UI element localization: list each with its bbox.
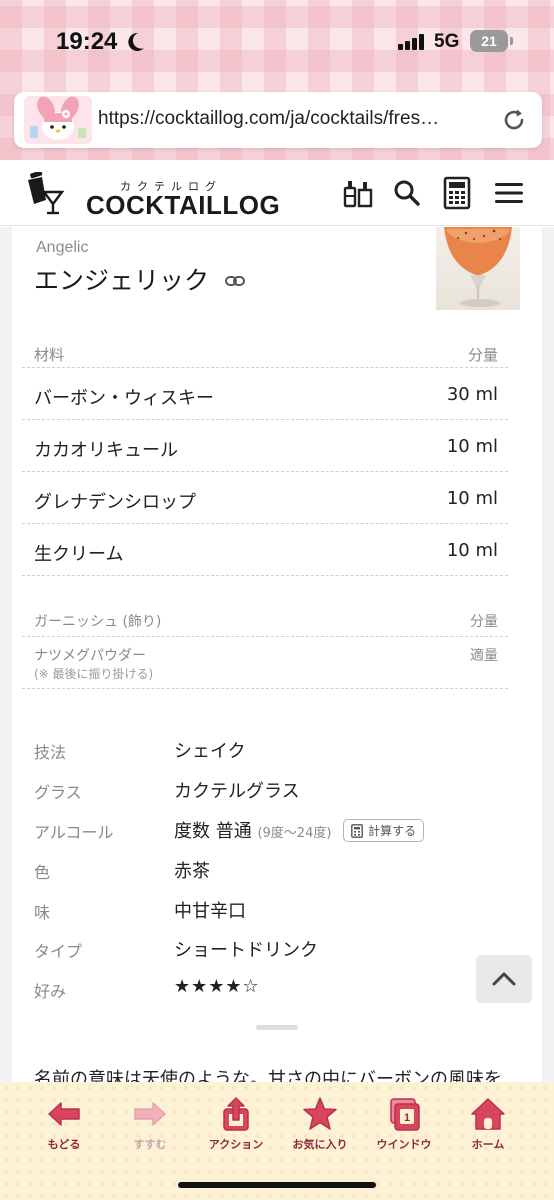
search-icon[interactable]: [390, 176, 424, 210]
back-label: もどる: [47, 1138, 81, 1151]
action-button[interactable]: アクション: [196, 1096, 276, 1156]
spec-key: グラス: [34, 783, 82, 802]
forward-label: すすむ: [133, 1138, 167, 1151]
shaker-glass-icon: [28, 172, 65, 215]
calculate-button[interactable]: 計算する: [343, 819, 425, 842]
ingredient-row[interactable]: 生クリーム 10 ml: [22, 524, 508, 576]
ingredient-amount: 10 ml: [446, 436, 498, 457]
ingredients-header-label: 材料: [34, 346, 65, 364]
moon-icon: [128, 32, 144, 51]
home-icon: [471, 1098, 505, 1130]
network-type: 5G: [434, 31, 460, 52]
bottle-icon[interactable]: [340, 176, 374, 210]
spec-value: 度数 普通: [174, 821, 252, 842]
window-button[interactable]: 1 ウインドウ: [364, 1096, 444, 1156]
calculator-icon[interactable]: [440, 176, 474, 210]
ingredient-name: カカオリキュール: [34, 440, 178, 461]
ingredient-amount: 30 ml: [446, 384, 498, 405]
cocktail-photo[interactable]: [436, 227, 520, 310]
spec-key: アルコール: [34, 823, 114, 842]
action-label: アクション: [208, 1138, 264, 1151]
site-favicon: [24, 96, 92, 144]
spec-value: カクテルグラス: [174, 781, 300, 802]
signal-icon: [398, 34, 426, 50]
garnish-table: ガーニッシュ (飾り) 分量 ナツメグパウダー (※ 最後に振り掛ける) 適量: [22, 603, 508, 689]
ingredient-name: バーボン・ウィスキー: [34, 388, 214, 409]
site-logo[interactable]: カクテルログ COCKTAILLOG: [24, 168, 280, 220]
link-icon[interactable]: [224, 270, 246, 292]
favorites-button[interactable]: お気に入り: [280, 1096, 360, 1156]
cocktail-name-ja: エンジェリック: [34, 266, 210, 295]
status-time: 19:24: [56, 28, 118, 55]
spec-key: 好み: [34, 982, 67, 1001]
window-icon: 1: [390, 1098, 420, 1131]
ingredients-header: 材料 分量: [22, 332, 508, 368]
share-icon: [223, 1097, 249, 1131]
ingredient-name: 生クリーム: [34, 544, 124, 565]
garnish-amount: 適量: [470, 648, 498, 664]
address-bar[interactable]: https://cocktaillog.com/ja/cocktails/fre…: [14, 92, 542, 148]
menu-icon[interactable]: [492, 176, 526, 210]
spec-key: タイプ: [34, 942, 83, 961]
battery-tip: [510, 37, 513, 45]
spec-key: 色: [34, 863, 51, 882]
spec-value: ショートドリンク: [174, 940, 318, 961]
garnish-header-amount: 分量: [470, 614, 498, 630]
ingredient-amount: 10 ml: [446, 540, 498, 561]
home-button[interactable]: ホーム: [448, 1096, 528, 1156]
browser-chrome: 19:24 5G 21 https://cocktaillog.com/ja/c…: [0, 0, 554, 160]
spec-value: 赤茶: [174, 861, 210, 882]
garnish-row: ナツメグパウダー (※ 最後に振り掛ける) 適量: [22, 637, 508, 689]
calculator-icon: [351, 824, 364, 838]
garnish-note: (※ 最後に振り掛ける): [34, 667, 154, 681]
spec-type: タイプ ショートドリンク: [22, 932, 508, 972]
spec-alcohol: アルコール 度数 普通 (9度〜24度) 計算する: [22, 813, 508, 853]
home-label: ホーム: [471, 1138, 505, 1151]
reload-icon[interactable]: [500, 106, 528, 134]
spec-key: 味: [34, 903, 51, 922]
ingredient-name: グレナデンシロップ: [34, 492, 196, 513]
garnish-header-label: ガーニッシュ (飾り): [34, 614, 162, 630]
scroll-to-top-button[interactable]: [476, 955, 532, 1003]
battery-icon: 21: [470, 30, 508, 52]
ingredients-table: 材料 分量 バーボン・ウィスキー 30 ml カカオリキュール 10 ml グレ…: [22, 332, 508, 576]
spec-subvalue: (9度〜24度): [257, 826, 332, 841]
cocktail-name-en: Angelic: [36, 239, 89, 256]
spec-glass: グラス カクテルグラス: [22, 773, 508, 813]
ingredient-amount: 10 ml: [446, 488, 498, 509]
sheet-handle[interactable]: [256, 1025, 298, 1030]
site-header: カクテルログ COCKTAILLOG: [0, 160, 554, 226]
spec-value: シェイク: [174, 741, 246, 762]
logo-text: COCKTAILLOG: [86, 190, 281, 220]
favorites-label: お気に入り: [292, 1138, 348, 1151]
garnish-header: ガーニッシュ (飾り) 分量: [22, 603, 508, 637]
ingredient-row[interactable]: カカオリキュール 10 ml: [22, 420, 508, 472]
chevron-up-icon: [492, 972, 516, 986]
home-indicator: [178, 1182, 376, 1188]
spec-value: 中甘辛口: [174, 901, 246, 922]
window-label: ウインドウ: [376, 1138, 432, 1151]
ingredients-header-amount: 分量: [467, 346, 498, 364]
spec-color: 色 赤茶: [22, 853, 508, 893]
rating-stars: ★★★★☆: [174, 976, 260, 997]
spec-key: 技法: [34, 743, 67, 762]
ingredient-row[interactable]: グレナデンシロップ 10 ml: [22, 472, 508, 524]
back-button[interactable]: もどる: [24, 1096, 104, 1156]
spec-taste: 味 中甘辛口: [22, 893, 508, 933]
spec-value-wrap: 度数 普通 (9度〜24度) 計算する: [174, 817, 425, 844]
star-icon: [303, 1097, 337, 1130]
calculate-button-label: 計算する: [368, 824, 417, 838]
spec-technique: 技法 シェイク: [22, 733, 508, 773]
ingredient-row[interactable]: バーボン・ウィスキー 30 ml: [22, 368, 508, 420]
status-bar: 19:24 5G 21: [0, 0, 554, 84]
arrow-left-icon: [48, 1102, 80, 1126]
window-count: 1: [404, 1112, 410, 1124]
spec-preference: 好み ★★★★☆: [22, 972, 508, 1012]
url-text: https://cocktaillog.com/ja/cocktails/fre…: [98, 108, 440, 129]
forward-button[interactable]: すすむ: [110, 1096, 190, 1156]
garnish-name: ナツメグパウダー: [34, 648, 146, 664]
arrow-right-icon: [134, 1102, 166, 1126]
